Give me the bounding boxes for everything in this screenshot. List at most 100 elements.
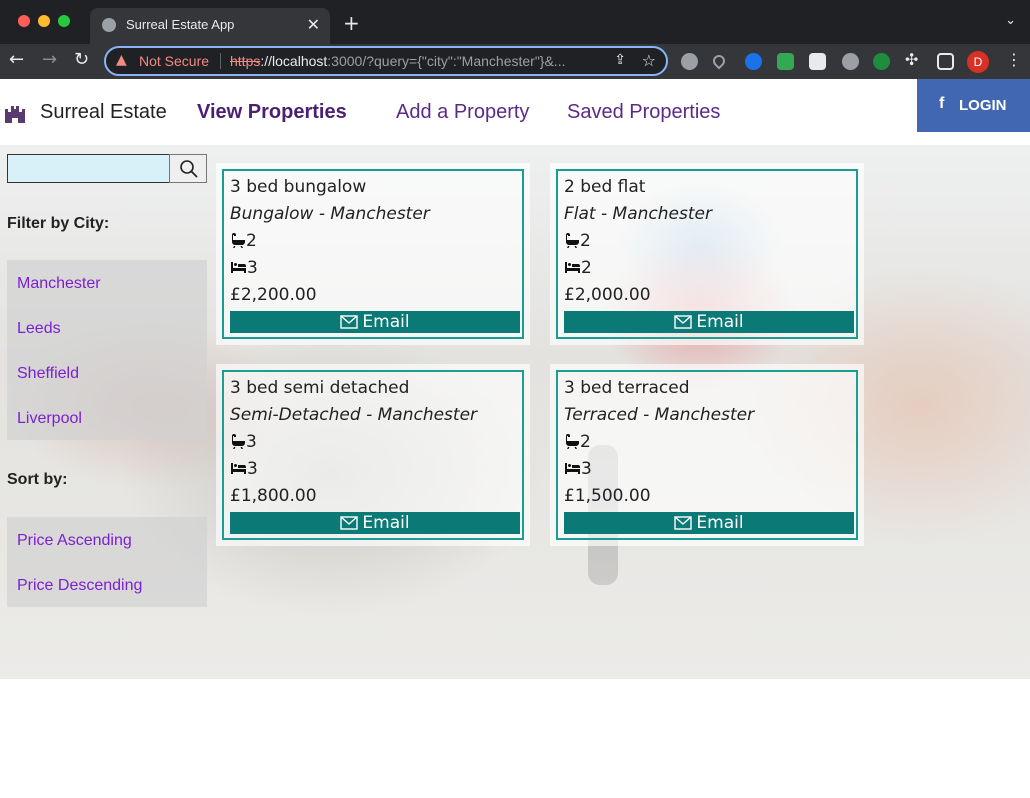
extension-s-icon[interactable] <box>681 53 698 70</box>
location-pin-icon[interactable] <box>710 52 728 70</box>
property-card-border: 3 bed bungalow Bungalow - Manchester 2 3… <box>222 169 524 339</box>
url-scheme: https <box>230 53 261 69</box>
reload-button[interactable]: ↻ <box>74 49 89 70</box>
nav-view-properties[interactable]: View Properties <box>197 101 347 124</box>
new-tab-button[interactable]: + <box>343 11 360 35</box>
profile-avatar[interactable]: D <box>967 51 989 73</box>
url-text[interactable]: https://localhost:3000/?query={"city":"M… <box>230 53 600 69</box>
property-card-border: 3 bed semi detached Semi-Detached - Manc… <box>222 370 524 540</box>
property-title: 3 bed bungalow <box>230 177 367 197</box>
city-link-manchester[interactable]: Manchester <box>17 275 101 293</box>
minimize-window-button[interactable] <box>38 15 50 27</box>
browser-tab-bar: Surreal Estate App ✕ + ⌄ <box>0 0 1030 44</box>
extension-image-icon[interactable] <box>809 53 826 70</box>
brand-name[interactable]: Surreal Estate <box>40 101 167 124</box>
more-menu-icon[interactable]: ⋮ <box>1006 50 1022 69</box>
bedrooms-count: 2 <box>581 258 592 278</box>
bathrooms-count: 2 <box>580 432 591 452</box>
url-host: ://localhost <box>260 53 328 69</box>
browser-toolbar: ← → ↻ ▲ Not Secure https://localhost:300… <box>0 44 1030 79</box>
envelope-icon <box>340 516 359 530</box>
nav-add-property[interactable]: Add a Property <box>396 101 529 124</box>
bedrooms-row: 3 <box>564 459 592 479</box>
maximize-window-button[interactable] <box>58 15 70 27</box>
city-filter-panel: Manchester Leeds Sheffield Liverpool <box>7 260 207 440</box>
bathrooms-count: 2 <box>580 231 591 251</box>
warning-icon: ▲ <box>116 52 127 68</box>
extension-gray-icon[interactable] <box>842 53 859 70</box>
property-card-border: 2 bed flat Flat - Manchester 2 2 £2,000.… <box>556 169 858 339</box>
extension-check-icon[interactable] <box>873 53 890 70</box>
nav-saved-properties[interactable]: Saved Properties <box>567 101 720 124</box>
close-window-button[interactable] <box>18 15 30 27</box>
sort-price-descending[interactable]: Price Descending <box>17 577 142 595</box>
bathrooms-count: 3 <box>246 432 257 452</box>
search-input[interactable] <box>7 154 170 183</box>
side-panel-icon[interactable] <box>937 53 954 70</box>
bathrooms-row: 2 <box>230 231 257 251</box>
address-divider <box>220 53 221 69</box>
city-link-sheffield[interactable]: Sheffield <box>17 365 79 383</box>
property-card: 3 bed terraced Terraced - Manchester 2 3… <box>550 364 864 546</box>
share-icon[interactable]: ⇪ <box>614 52 626 68</box>
bed-icon <box>231 262 246 273</box>
bedrooms-count: 3 <box>581 459 592 479</box>
property-price: £2,000.00 <box>564 285 651 305</box>
property-title: 2 bed flat <box>564 177 646 197</box>
sort-price-ascending[interactable]: Price Ascending <box>17 532 132 550</box>
email-label: Email <box>696 312 744 332</box>
browser-tab[interactable]: Surreal Estate App ✕ <box>90 8 330 44</box>
bed-icon <box>231 463 246 474</box>
property-price: £1,800.00 <box>230 486 317 506</box>
bookmark-star-icon[interactable]: ☆ <box>642 51 656 70</box>
address-bar[interactable]: ▲ Not Secure https://localhost:3000/?que… <box>104 46 668 76</box>
bed-icon <box>565 463 580 474</box>
search-button[interactable] <box>169 154 207 183</box>
email-button[interactable]: Email <box>230 512 520 534</box>
sort-by-label: Sort by: <box>7 471 68 488</box>
envelope-icon <box>340 315 359 329</box>
page: Surreal Estate View Properties Add a Pro… <box>0 79 1030 798</box>
login-label: LOGIN <box>959 97 1007 114</box>
property-type-city: Semi-Detached - Manchester <box>230 405 478 425</box>
email-button[interactable]: Email <box>564 512 854 534</box>
property-price: £1,500.00 <box>564 486 651 506</box>
bath-icon <box>566 434 579 449</box>
property-title: 3 bed terraced <box>564 378 690 398</box>
facebook-login-button[interactable]: f LOGIN <box>917 79 1030 132</box>
app-navbar: Surreal Estate View Properties Add a Pro… <box>0 79 1030 145</box>
extension-green-icon[interactable] <box>777 53 794 70</box>
bath-icon <box>566 233 579 248</box>
email-button[interactable]: Email <box>564 311 854 333</box>
bedrooms-row: 2 <box>564 258 592 278</box>
city-link-liverpool[interactable]: Liverpool <box>17 410 82 428</box>
globe-icon <box>102 18 116 32</box>
email-button[interactable]: Email <box>230 311 520 333</box>
email-label: Email <box>696 513 744 533</box>
bathrooms-row: 2 <box>564 231 591 251</box>
bedrooms-count: 3 <box>247 459 258 479</box>
bathrooms-count: 2 <box>246 231 257 251</box>
property-type-city: Bungalow - Manchester <box>230 204 430 224</box>
castle-icon <box>4 101 26 127</box>
bathrooms-row: 3 <box>230 432 257 452</box>
tab-close-icon[interactable]: ✕ <box>307 15 320 34</box>
forward-button[interactable]: → <box>42 49 57 70</box>
property-title: 3 bed semi detached <box>230 378 410 398</box>
bedrooms-row: 3 <box>230 258 258 278</box>
email-label: Email <box>362 312 410 332</box>
bedrooms-row: 3 <box>230 459 258 479</box>
filter-by-city-label: Filter by City: <box>7 215 110 232</box>
puzzle-icon[interactable]: ✣ <box>905 50 922 69</box>
property-type-city: Flat - Manchester <box>564 204 712 224</box>
tab-search-chevron-icon[interactable]: ⌄ <box>1005 13 1016 28</box>
email-label: Email <box>362 513 410 533</box>
bath-icon <box>232 434 245 449</box>
back-button[interactable]: ← <box>9 49 24 70</box>
sort-panel: Price Ascending Price Descending <box>7 517 207 607</box>
property-card: 3 bed bungalow Bungalow - Manchester 2 3… <box>216 163 530 345</box>
extension-blue-icon[interactable] <box>745 53 762 70</box>
property-card-border: 3 bed terraced Terraced - Manchester 2 3… <box>556 370 858 540</box>
city-link-leeds[interactable]: Leeds <box>17 320 61 338</box>
facebook-icon: f <box>939 95 945 112</box>
